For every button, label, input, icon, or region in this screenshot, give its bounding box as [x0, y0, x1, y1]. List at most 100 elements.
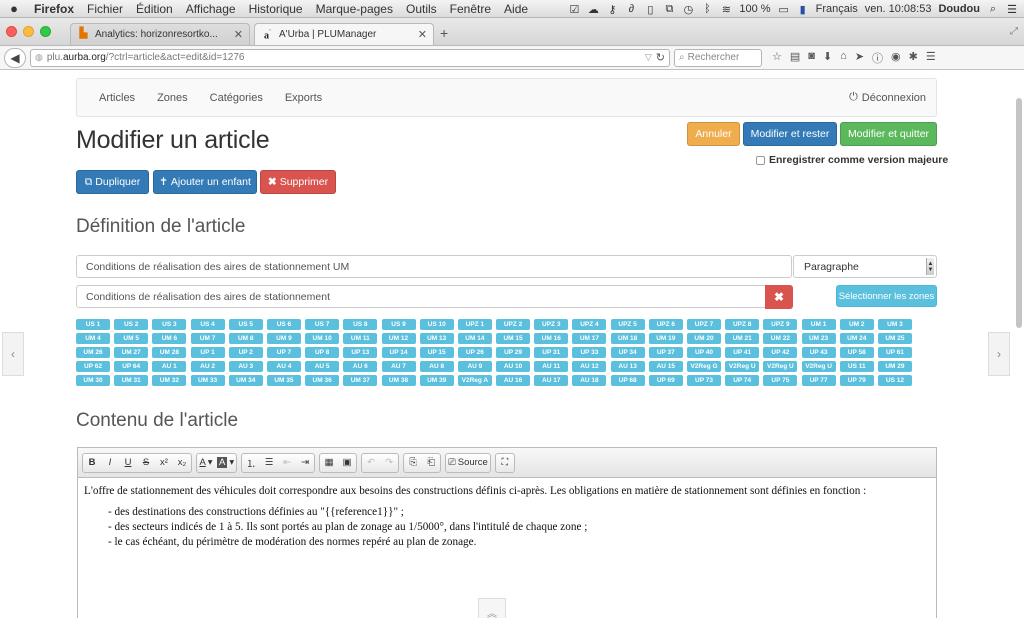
zone-tag[interactable]: US 2	[114, 319, 149, 330]
zone-tag[interactable]: UM 29	[877, 361, 912, 372]
zone-tag[interactable]: UP 74	[725, 375, 760, 386]
zone-tag[interactable]: UM 13	[419, 333, 454, 344]
new-tab-icon[interactable]: +	[440, 25, 448, 41]
zone-tag[interactable]: UM 37	[343, 375, 378, 386]
zone-tag[interactable]: UPZ 1	[457, 319, 492, 330]
cancel-button[interactable]: Annuler	[687, 122, 740, 146]
zone-tag[interactable]: UM 11	[343, 333, 378, 344]
zone-tag[interactable]: AU 6	[343, 361, 378, 372]
zone-tag[interactable]: V2Reg U	[725, 361, 760, 372]
add-child-button[interactable]: ✝ Ajouter un enfant	[153, 170, 257, 194]
wifi-icon[interactable]: ≋	[720, 3, 732, 16]
zone-tag[interactable]: UP 31	[534, 347, 569, 358]
phone-icon[interactable]: ▯	[644, 3, 656, 16]
zone-tag[interactable]: UP 2	[228, 347, 263, 358]
select-zones-button[interactable]: Sélectionner les zones	[836, 285, 937, 307]
zone-tag[interactable]: UP 68	[610, 375, 645, 386]
zone-tag[interactable]: UM 19	[648, 333, 683, 344]
back-button[interactable]: ◀	[4, 47, 26, 68]
zone-tag[interactable]: UM 14	[457, 333, 492, 344]
zone-tag[interactable]: UM 1	[801, 319, 836, 330]
nav-zones[interactable]: Zones	[157, 92, 188, 104]
zone-tag[interactable]: UPZ 2	[496, 319, 531, 330]
subscript-button[interactable]: x₂	[173, 454, 191, 472]
fullscreen-icon[interactable]: ⤢	[1010, 26, 1018, 37]
numbered-list-icon[interactable]: ⒈	[242, 454, 260, 472]
bluetooth-icon[interactable]: ᛒ	[701, 3, 713, 15]
battery-icon[interactable]: ▭	[778, 3, 790, 16]
clear-input-button[interactable]: ✖	[765, 285, 793, 309]
zone-tag[interactable]: US 6	[266, 319, 301, 330]
zone-tag[interactable]: UP 61	[877, 347, 912, 358]
zone-tag[interactable]: UP 41	[725, 347, 760, 358]
image-icon[interactable]: ▣	[338, 454, 356, 472]
reload-icon[interactable]: ↻	[656, 51, 665, 64]
zone-tag[interactable]: UM 25	[877, 333, 912, 344]
zone-tag[interactable]: UM 2	[839, 319, 874, 330]
zone-tag[interactable]: UP 13	[343, 347, 378, 358]
zone-tag[interactable]: US 4	[190, 319, 225, 330]
zone-tag[interactable]: UP 62	[76, 361, 110, 372]
search-input[interactable]: ⌕ Rechercher	[674, 48, 762, 67]
clock[interactable]: ven. 10:08:53	[865, 3, 932, 15]
key-icon[interactable]: ⚷	[606, 3, 618, 16]
zone-tag[interactable]: UM 5	[114, 333, 149, 344]
zone-tag[interactable]: UP 75	[763, 375, 798, 386]
strike-button[interactable]: S	[137, 454, 155, 472]
zone-tag[interactable]: UP 15	[419, 347, 454, 358]
zone-tag[interactable]: AU 10	[496, 361, 531, 372]
zone-tag[interactable]: UM 4	[76, 333, 110, 344]
menu-icon[interactable]: ☰	[926, 50, 936, 66]
zone-tag[interactable]: UP 79	[839, 375, 874, 386]
zone-tag[interactable]: UP 73	[687, 375, 721, 386]
zone-tag[interactable]: US 11	[839, 361, 874, 372]
outdent-icon[interactable]: ⇤	[278, 454, 296, 472]
zone-tag[interactable]: AU 7	[381, 361, 416, 372]
zone-tag[interactable]: UM 22	[763, 333, 798, 344]
zone-tag[interactable]: UM 10	[305, 333, 340, 344]
major-version-checkbox[interactable]: Enregistrer comme version majeure	[756, 154, 948, 166]
minimize-window-icon[interactable]	[23, 26, 34, 37]
title-input[interactable]: Conditions de réalisation des aires de s…	[76, 255, 792, 278]
zone-tag[interactable]: UM 8	[228, 333, 263, 344]
zone-tag[interactable]: AU 5	[305, 361, 340, 372]
menu-app-firefox[interactable]: Firefox	[34, 2, 74, 16]
zone-tag[interactable]: UM 39	[419, 375, 454, 386]
close-tab-icon[interactable]: ✕	[418, 28, 427, 41]
superscript-button[interactable]: x²	[155, 454, 173, 472]
nav-exports[interactable]: Exports	[285, 92, 322, 104]
zone-tag[interactable]: UM 6	[152, 333, 187, 344]
download-icon[interactable]: ⬇	[823, 50, 832, 66]
editor-content[interactable]: L'offre de stationnement des véhicules d…	[78, 478, 936, 556]
zone-tag[interactable]: UP 1	[190, 347, 225, 358]
zone-tag[interactable]: UP 77	[801, 375, 836, 386]
zone-tag[interactable]: UM 28	[152, 347, 187, 358]
zone-tag[interactable]: UPZ 9	[763, 319, 798, 330]
zone-tag[interactable]: UPZ 4	[572, 319, 607, 330]
delete-button[interactable]: ✖ Supprimer	[260, 170, 336, 194]
menu-historique[interactable]: Historique	[249, 2, 303, 16]
zone-tag[interactable]: UP 34	[610, 347, 645, 358]
undo-icon[interactable]: ↶	[362, 454, 380, 472]
underline-button[interactable]: U	[119, 454, 137, 472]
zone-tag[interactable]: UP 58	[839, 347, 874, 358]
bg-color-button[interactable]: A ▾	[215, 454, 236, 472]
zone-tag[interactable]: UP 8	[305, 347, 340, 358]
reading-list-icon[interactable]: ▤	[790, 50, 800, 66]
zone-tag[interactable]: AU 8	[419, 361, 454, 372]
close-tab-icon[interactable]: ✕	[234, 28, 243, 41]
send-icon[interactable]: ➤	[855, 50, 864, 66]
spotlight-search-icon[interactable]: ⌕	[987, 3, 999, 16]
zone-tag[interactable]: UM 18	[610, 333, 645, 344]
menu-marque-pages[interactable]: Marque-pages	[316, 2, 393, 16]
short-title-input[interactable]: Conditions de réalisation des aires de s…	[76, 285, 766, 308]
paste-text-icon[interactable]: ⎘	[404, 454, 422, 472]
zone-tag[interactable]: UP 33	[572, 347, 607, 358]
nav-articles[interactable]: Articles	[99, 92, 135, 104]
type-select[interactable]: Paragraphe ▲ ▼	[793, 255, 937, 278]
zone-tag[interactable]: UP 29	[496, 347, 531, 358]
zone-tag[interactable]: UP 64	[114, 361, 149, 372]
zone-tag[interactable]: UM 20	[687, 333, 721, 344]
zone-tag[interactable]: UPZ 6	[648, 319, 683, 330]
zone-tag[interactable]: UM 9	[266, 333, 301, 344]
